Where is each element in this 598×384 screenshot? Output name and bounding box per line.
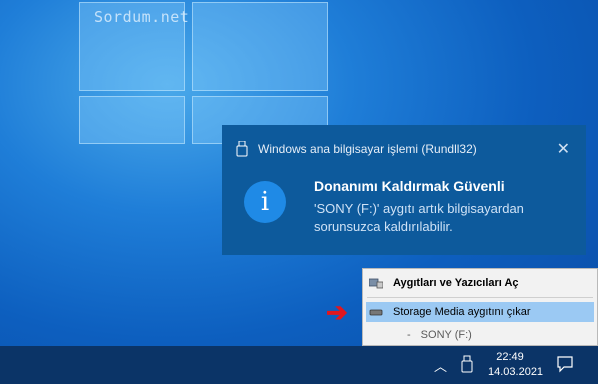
watermark: Sordum.net xyxy=(94,8,190,26)
toast-header: Windows ana bilgisayar işlemi (Rundll32) xyxy=(236,141,477,157)
menu-item-prefix: - xyxy=(407,329,411,341)
windows-logo-pane xyxy=(79,96,185,144)
menu-item-label: SONY (F:) xyxy=(420,329,472,341)
taskbar-clock[interactable]: 22:49 14.03.2021 xyxy=(488,350,544,380)
clock-date: 14.03.2021 xyxy=(488,366,544,378)
menu-item-label: Aygıtları ve Yazıcıları Aç xyxy=(393,277,519,289)
menu-separator xyxy=(367,297,593,298)
eject-context-menu: Aygıtları ve Yazıcıları Aç Storage Media… xyxy=(362,268,598,346)
devices-printers-icon xyxy=(369,278,383,289)
menu-item-sony-drive[interactable]: - SONY (F:) xyxy=(363,325,597,345)
usb-icon xyxy=(236,141,248,157)
show-hidden-icons-chevron-icon[interactable]: ︿ xyxy=(434,356,447,375)
menu-item-label: Storage Media aygıtını çıkar xyxy=(393,306,531,318)
close-icon[interactable]: ✕ xyxy=(557,139,570,159)
windows-logo-pane xyxy=(192,2,328,91)
toast-message: 'SONY (F:)' aygıtı artık bilgisayardan s… xyxy=(314,201,524,234)
red-arrow-icon: ➔ xyxy=(326,297,348,327)
toast-title: Donanımı Kaldırmak Güvenli xyxy=(314,178,505,194)
info-icon: i xyxy=(244,181,286,223)
safely-remove-usb-icon[interactable] xyxy=(461,355,473,373)
drive-icon xyxy=(369,309,383,316)
taskbar: ︿ 22:49 14.03.2021 xyxy=(0,346,598,384)
toast-app-name: Windows ana bilgisayar işlemi (Rundll32) xyxy=(258,142,477,156)
notification-toast[interactable]: Windows ana bilgisayar işlemi (Rundll32)… xyxy=(222,125,586,255)
menu-item-open-devices[interactable]: Aygıtları ve Yazıcıları Aç xyxy=(363,273,597,293)
menu-item-eject-storage[interactable]: Storage Media aygıtını çıkar xyxy=(366,302,594,322)
clock-time: 22:49 xyxy=(496,351,524,363)
action-center-icon[interactable] xyxy=(556,355,574,373)
